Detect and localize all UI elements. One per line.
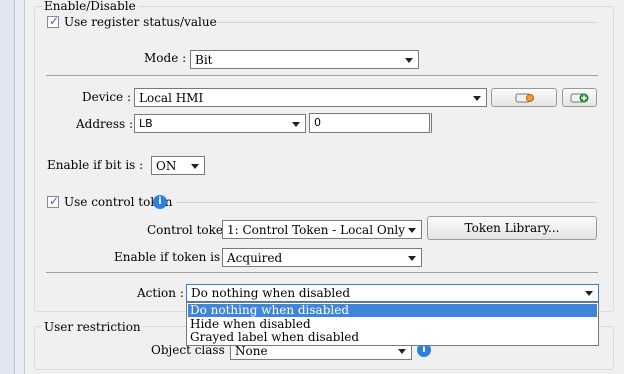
- control-token-value: 1: Control Token - Local Only: [227, 223, 406, 237]
- left-border-strip-inner: [16, 0, 25, 374]
- info-icon[interactable]: i: [153, 195, 167, 209]
- address-type-select[interactable]: LB: [134, 114, 306, 133]
- token-library-button[interactable]: Token Library...: [427, 216, 597, 240]
- address-type-value: LB: [139, 117, 153, 130]
- user-restriction-group-label: User restriction: [42, 320, 143, 334]
- register-section-line: [216, 22, 597, 23]
- action-select[interactable]: Do nothing when disabled: [186, 284, 599, 302]
- device-label: Device :: [82, 90, 132, 104]
- enable-if-token-value: Acquired: [227, 251, 283, 265]
- chevron-down-icon: [408, 228, 416, 233]
- add-device-icon: [570, 93, 589, 103]
- use-control-token-checkbox[interactable]: ✓: [47, 194, 60, 208]
- mode-select[interactable]: Bit: [190, 50, 419, 69]
- device-value: Local HMI: [139, 91, 204, 105]
- chevron-down-icon: [405, 58, 413, 63]
- action-option[interactable]: Grayed label when disabled: [188, 331, 597, 344]
- action-dropdown-list[interactable]: Do nothing when disabled Hide when disab…: [186, 302, 599, 346]
- address-input[interactable]: 0: [309, 113, 430, 133]
- mode-value: Bit: [195, 53, 213, 67]
- enable-disable-group-label: Enable/Disable: [42, 0, 138, 13]
- checkmark-icon: ✓: [49, 194, 60, 208]
- device-select[interactable]: Local HMI: [134, 88, 487, 107]
- control-token-select[interactable]: 1: Control Token - Local Only: [222, 220, 422, 239]
- checkmark-icon: ✓: [49, 14, 60, 28]
- enable-if-bit-label: Enable if bit is :: [47, 158, 144, 172]
- token-section-line: [176, 202, 597, 203]
- chevron-down-icon: [398, 349, 406, 354]
- add-device-button[interactable]: [562, 88, 597, 107]
- enable-if-bit-value: ON: [156, 159, 177, 173]
- mode-label: Mode :: [144, 51, 187, 65]
- chevron-down-icon: [191, 164, 199, 169]
- chevron-down-icon: [292, 122, 300, 127]
- use-register-checkbox[interactable]: ✓: [47, 14, 60, 28]
- enable-if-token-select[interactable]: Acquired: [222, 248, 422, 267]
- chevron-down-icon: [585, 291, 593, 296]
- enable-if-token-label: Enable if token is :: [114, 250, 228, 264]
- mode-divider: [46, 75, 598, 76]
- address-value: 0: [314, 116, 321, 129]
- device-settings-icon: [515, 93, 534, 103]
- action-option[interactable]: Do nothing when disabled: [188, 304, 597, 317]
- use-register-label: Use register status/value: [64, 15, 217, 29]
- chevron-down-icon: [473, 96, 481, 101]
- address-input-extension[interactable]: [431, 113, 434, 133]
- device-settings-button[interactable]: [491, 88, 557, 107]
- left-border-strip: [0, 0, 15, 374]
- token-divider: [46, 272, 598, 273]
- enable-if-bit-select[interactable]: ON: [151, 156, 205, 175]
- address-label: Address :: [76, 117, 134, 131]
- action-value: Do nothing when disabled: [191, 286, 351, 300]
- action-label: Action :: [137, 286, 184, 300]
- chevron-down-icon: [408, 256, 416, 261]
- token-library-label: Token Library...: [464, 221, 560, 235]
